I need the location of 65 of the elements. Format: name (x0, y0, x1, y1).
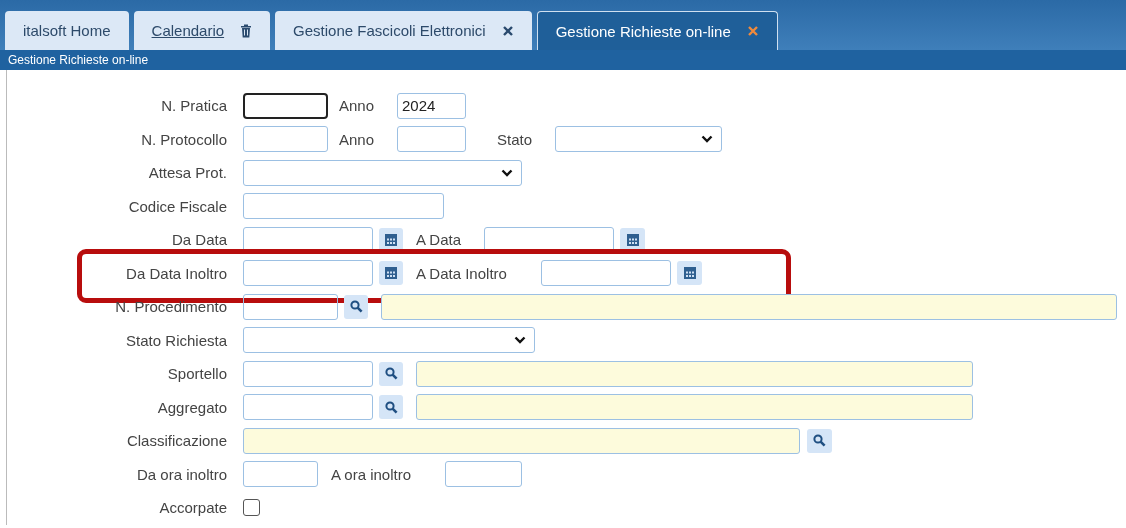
chevron-down-icon (701, 135, 713, 144)
field-label: A ora inoltro (330, 465, 413, 483)
input-field[interactable]: 2024 (397, 92, 466, 119)
trash-icon[interactable] (240, 23, 253, 38)
input-field[interactable] (243, 360, 373, 387)
input-field[interactable] (445, 461, 522, 488)
field-label: Da ora inoltro (135, 465, 227, 483)
input-field[interactable] (243, 394, 373, 421)
calendar-button[interactable] (677, 261, 702, 286)
input-field[interactable] (243, 293, 338, 320)
calendar-icon (384, 232, 398, 247)
input-field[interactable] (243, 92, 328, 119)
field-label: Da Data (170, 231, 227, 249)
checkbox[interactable] (243, 499, 260, 517)
description-field[interactable] (416, 394, 973, 421)
dropdown-field[interactable] (243, 327, 535, 354)
tab[interactable]: Calendario (133, 11, 271, 50)
search-button[interactable] (379, 395, 403, 420)
field-label: Anno (338, 130, 376, 148)
input-field[interactable] (243, 126, 328, 153)
dropdown-field[interactable] (555, 126, 722, 153)
input-field[interactable] (243, 260, 373, 287)
field-label: N. Pratica (160, 97, 227, 115)
dropdown-field[interactable] (243, 159, 522, 186)
field-label: N. Procedimento (114, 298, 227, 316)
field-label: Sportello (166, 365, 227, 383)
search-button[interactable] (807, 428, 832, 453)
calendar-button[interactable] (379, 261, 403, 286)
chevron-down-icon (514, 336, 526, 345)
search-icon (813, 434, 826, 448)
tab[interactable]: italsoft Home (5, 11, 129, 50)
field-label: Da Data Inoltro (125, 264, 227, 282)
field-label: A Data Inoltro (415, 264, 508, 282)
calendar-icon (384, 266, 398, 281)
tab[interactable]: Gestione Richieste on-line (536, 11, 778, 50)
description-field[interactable] (243, 427, 800, 454)
description-field[interactable] (381, 293, 1117, 320)
field-label: A Data (415, 231, 463, 249)
input-field[interactable] (397, 126, 466, 153)
search-icon (384, 400, 398, 414)
calendar-icon (625, 232, 640, 247)
input-field[interactable] (243, 461, 318, 488)
field-label: Aggregato (156, 398, 227, 416)
search-button[interactable] (379, 361, 403, 386)
close-icon[interactable] (501, 24, 514, 37)
description-field[interactable] (416, 360, 973, 387)
search-button[interactable] (344, 294, 368, 319)
input-field[interactable] (541, 260, 671, 287)
tab[interactable]: Gestione Fascicoli Elettronici (275, 11, 532, 50)
calendar-button[interactable] (379, 227, 403, 252)
search-icon (349, 300, 363, 314)
field-label: N. Protocollo (140, 130, 227, 148)
field-label: Stato (496, 130, 534, 148)
field-label: Stato Richiesta (125, 331, 227, 349)
search-icon (384, 367, 398, 381)
field-label: Attesa Prot. (147, 164, 227, 182)
chevron-down-icon (501, 168, 513, 177)
field-label: Codice Fiscale (127, 197, 227, 215)
calendar-button[interactable] (620, 227, 645, 252)
panel-title: Gestione Richieste on-line (8, 53, 149, 67)
input-field[interactable] (243, 193, 444, 220)
field-label: Accorpate (158, 499, 227, 517)
field-label: Anno (338, 97, 376, 115)
field-label: Classificazione (125, 432, 227, 450)
calendar-icon (682, 266, 697, 281)
